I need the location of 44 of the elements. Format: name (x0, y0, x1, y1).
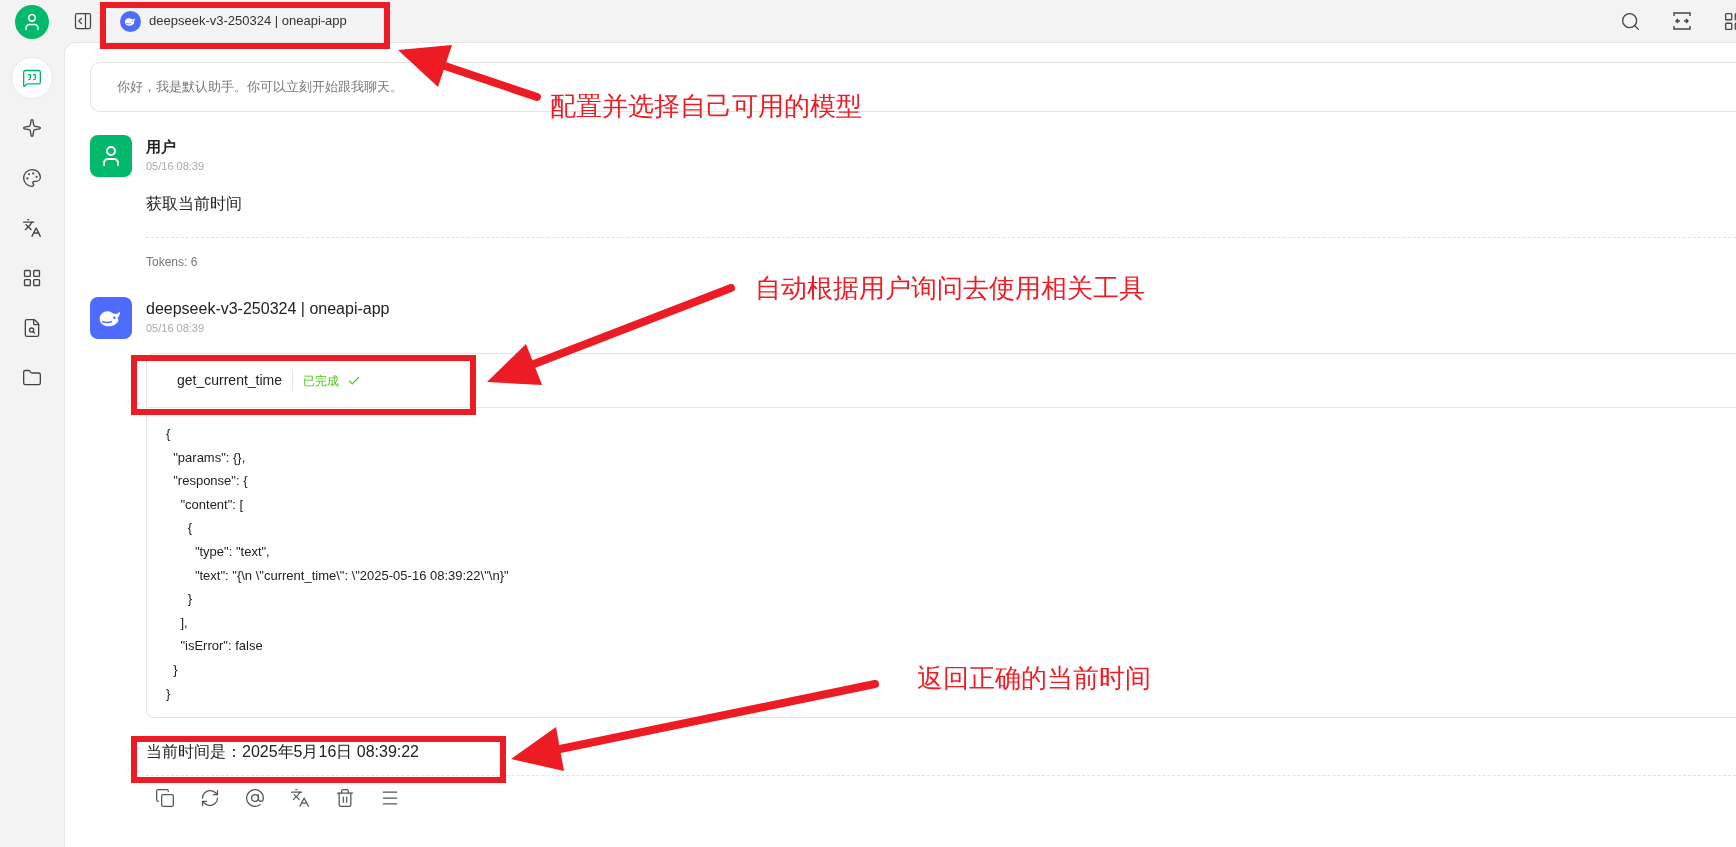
sidebar-toggle-icon[interactable] (73, 11, 93, 31)
code-line: { (166, 425, 171, 443)
refresh-icon[interactable] (200, 788, 220, 809)
code-line: } (186, 590, 192, 609)
message-text: 当前时间是：2025年5月16日 08:39:22 (146, 742, 420, 763)
code-line: "content": [ (179, 495, 244, 514)
palette-icon (22, 168, 42, 188)
copy-icon[interactable] (155, 788, 175, 809)
tool-status: 已完成 (303, 372, 340, 390)
code-line: "text": "{\n \"current_time\": \"2025-05-16 08:39:22\"\n}" (193, 566, 509, 585)
code-line: "response": { (172, 472, 248, 491)
annotation-text: 返回正确的当前时间 (917, 664, 1151, 694)
search-icon[interactable] (1620, 10, 1641, 32)
sender-name: 用户 (146, 137, 176, 157)
model-title[interactable]: deepseek-v3-250324 | oneapi-app (149, 11, 347, 31)
token-count: Tokens: 6 (146, 254, 198, 270)
folder-icon (22, 368, 42, 388)
tool-name[interactable]: get_current_time (177, 370, 283, 391)
translate-icon (22, 218, 42, 238)
code-line: "type": "text", (193, 542, 270, 561)
model-logo-icon (120, 10, 141, 32)
assistant-avatar (90, 297, 132, 339)
code-line: "params": {}, (172, 448, 246, 467)
code-line: "isError": false (179, 637, 263, 656)
annotation-text: 自动根据用户询问去使用相关工具 (755, 274, 1145, 304)
chat-icon (22, 68, 42, 88)
expand-width-icon[interactable] (1672, 11, 1692, 31)
message-time: 05/16 08:39 (146, 159, 206, 173)
sparkle-icon (22, 118, 42, 138)
code-line: } (172, 660, 178, 679)
file-search-icon (22, 318, 42, 338)
annotation-text: 配置并选择自己可用的模型 (550, 92, 862, 122)
code-line: { (186, 519, 192, 538)
code-line: ], (179, 613, 188, 632)
sender-name: deepseek-v3-250324 | oneapi-app (146, 299, 390, 319)
user-avatar (90, 135, 132, 177)
grid-icon (22, 268, 42, 288)
message-time: 05/16 08:39 (146, 321, 206, 335)
translate-icon[interactable] (290, 788, 310, 809)
code-line: } (166, 684, 171, 703)
at-sign-icon[interactable] (245, 788, 265, 809)
welcome-text: 你好，我是默认助手。你可以立刻开始跟我聊天。 (117, 78, 403, 97)
message-text: 获取当前时间 (146, 194, 242, 214)
trash-icon[interactable] (335, 788, 355, 809)
